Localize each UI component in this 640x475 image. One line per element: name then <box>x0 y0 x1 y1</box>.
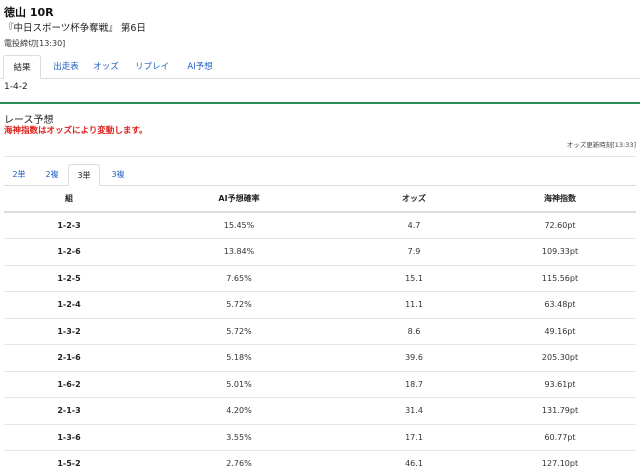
cell-combination: 1-2-6 <box>4 238 134 266</box>
table-row: 2-1-6 5.18% 39.6 205.30pt <box>4 344 636 372</box>
cell-odds: 15.1 <box>344 265 484 292</box>
cell-index: 60.77pt <box>484 424 636 451</box>
cell-combination: 2-1-6 <box>4 344 134 372</box>
cell-odds: 17.1 <box>344 424 484 451</box>
cell-probability: 7.65% <box>134 265 344 292</box>
table-row: 2-1-3 4.20% 31.4 131.79pt <box>4 397 636 425</box>
cell-probability: 2.76% <box>134 450 344 475</box>
table-row: 1-2-6 13.84% 7.9 109.33pt <box>4 238 636 266</box>
tab-trio[interactable]: 3複 <box>102 164 134 186</box>
divider <box>4 156 636 157</box>
cell-probability: 5.72% <box>134 291 344 319</box>
deadline-text: 電投締切[13:30] <box>4 39 66 48</box>
odds-updated-time: オッズ更新時刻[13:33] <box>566 141 636 149</box>
header-index: 海神指数 <box>484 186 636 213</box>
cell-probability: 5.01% <box>134 371 344 398</box>
cell-index: 205.30pt <box>484 344 636 372</box>
cell-combination: 1-2-4 <box>4 291 134 319</box>
tab-exacta[interactable]: 2単 <box>4 164 34 186</box>
cell-index: 63.48pt <box>484 291 636 319</box>
race-result: 1-4-2 <box>4 82 28 92</box>
prediction-note: 海神指数はオッズにより変動します。 <box>4 126 148 136</box>
cell-odds: 7.9 <box>344 238 484 266</box>
cell-index: 49.16pt <box>484 318 636 345</box>
cell-probability: 13.84% <box>134 238 344 266</box>
cell-odds: 39.6 <box>344 344 484 372</box>
cell-probability: 3.55% <box>134 424 344 451</box>
cell-index: 109.33pt <box>484 238 636 266</box>
table-row: 1-2-5 7.65% 15.1 115.56pt <box>4 265 636 292</box>
cell-combination: 1-2-3 <box>4 212 134 239</box>
cell-odds: 46.1 <box>344 450 484 475</box>
table-header-row: 組 AI予想確率 オッズ 海神指数 <box>4 186 636 213</box>
table-row: 1-3-6 3.55% 17.1 60.77pt <box>4 424 636 451</box>
tab-entry-list[interactable]: 出走表 <box>44 55 88 79</box>
cell-index: 93.61pt <box>484 371 636 398</box>
tab-ai-prediction[interactable]: AI予想 <box>180 55 220 79</box>
cell-index: 72.60pt <box>484 212 636 239</box>
cell-probability: 5.18% <box>134 344 344 372</box>
prediction-table: 組 AI予想確率 オッズ 海神指数 1-2-3 15.45% 4.7 72.60… <box>4 186 636 475</box>
header-ai-probability: AI予想確率 <box>134 186 344 213</box>
cell-odds: 11.1 <box>344 291 484 319</box>
table-row: 1-2-3 15.45% 4.7 72.60pt <box>4 212 636 239</box>
tab-replay[interactable]: リプレイ <box>128 55 176 79</box>
bet-type-tabs: 2単 2複 3単 3複 <box>4 164 636 186</box>
cell-index: 131.79pt <box>484 397 636 425</box>
table-row: 1-6-2 5.01% 18.7 93.61pt <box>4 371 636 398</box>
tab-trifecta[interactable]: 3単 <box>68 164 100 186</box>
main-tabs: 結果 出走表 オッズ リプレイ AI予想 <box>0 55 640 79</box>
cell-combination: 1-3-6 <box>4 424 134 451</box>
section-divider <box>0 102 640 104</box>
header-combination: 組 <box>4 186 134 213</box>
race-subtitle: 『中日スポーツ杯争奪戦』 第6日 <box>4 23 146 34</box>
table-row: 1-3-2 5.72% 8.6 49.16pt <box>4 318 636 345</box>
cell-combination: 1-2-5 <box>4 265 134 292</box>
cell-combination: 2-1-3 <box>4 397 134 425</box>
tab-quinella[interactable]: 2複 <box>36 164 68 186</box>
cell-probability: 4.20% <box>134 397 344 425</box>
cell-index: 127.10pt <box>484 450 636 475</box>
tab-odds[interactable]: オッズ <box>88 55 124 79</box>
cell-combination: 1-3-2 <box>4 318 134 345</box>
table-row: 1-5-2 2.76% 46.1 127.10pt <box>4 450 636 475</box>
cell-combination: 1-6-2 <box>4 371 134 398</box>
cell-odds: 18.7 <box>344 371 484 398</box>
cell-index: 115.56pt <box>484 265 636 292</box>
table-row: 1-2-4 5.72% 11.1 63.48pt <box>4 291 636 319</box>
header-odds: オッズ <box>344 186 484 213</box>
cell-odds: 31.4 <box>344 397 484 425</box>
cell-probability: 15.45% <box>134 212 344 239</box>
cell-probability: 5.72% <box>134 318 344 345</box>
cell-combination: 1-5-2 <box>4 450 134 475</box>
race-title: 徳山 10R <box>4 6 54 19</box>
cell-odds: 4.7 <box>344 212 484 239</box>
tab-result[interactable]: 結果 <box>3 55 41 79</box>
cell-odds: 8.6 <box>344 318 484 345</box>
